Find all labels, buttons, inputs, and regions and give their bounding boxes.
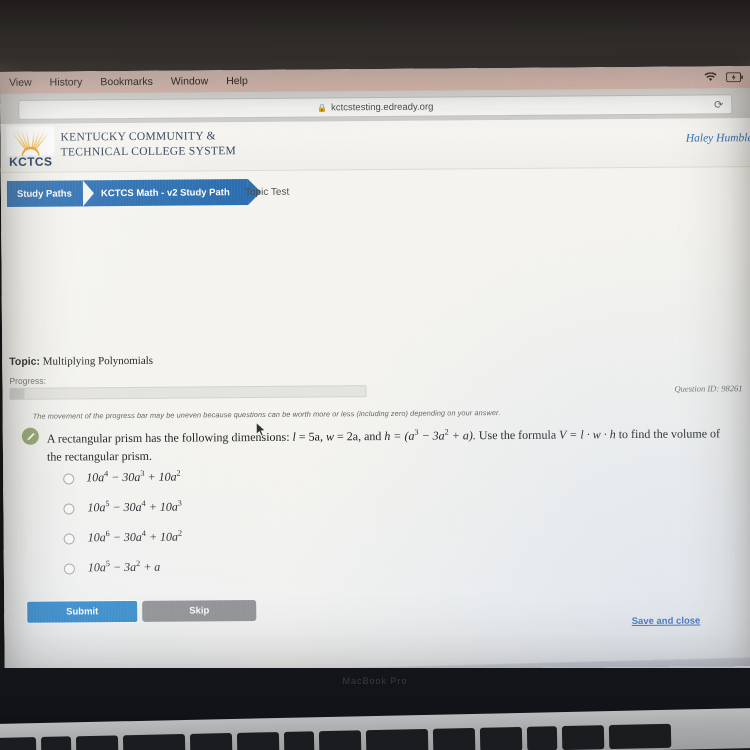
menu-item-window[interactable]: Window	[162, 75, 217, 87]
opt3-op1: − 30a	[109, 529, 142, 545]
org-line-1: KENTUCKY COMMUNITY &	[60, 130, 216, 144]
key	[0, 737, 37, 750]
progress-bar	[9, 385, 367, 400]
keyboard-keys	[0, 722, 750, 750]
answer-option-2-text: 10a5 − 30a4 + 10a3	[87, 499, 182, 516]
laptop-screen: View History Bookmarks Window Help 🔒 kct…	[0, 66, 750, 741]
key	[561, 725, 605, 750]
answer-option-2[interactable]: 10a5 − 30a4 + 10a3	[63, 496, 483, 529]
menu-item-view[interactable]: View	[0, 77, 41, 89]
breadcrumb-topic-test-label: Topic Test	[244, 186, 290, 198]
key	[189, 732, 233, 750]
key	[283, 731, 315, 750]
wifi-icon[interactable]	[704, 72, 717, 82]
radio-button-1[interactable]	[63, 473, 75, 485]
key	[479, 726, 523, 750]
key	[122, 733, 186, 750]
key	[75, 735, 119, 750]
answer-option-1-text: 10a4 − 30a3 + 10a2	[86, 469, 181, 486]
user-name[interactable]: Haley Humble	[686, 132, 750, 145]
progress-bar-fill	[10, 388, 25, 399]
breadcrumb-study-path-label: KCTCS Math - v2 Study Path	[100, 186, 230, 199]
opt1-base1: 10a	[86, 470, 105, 485]
answer-option-1[interactable]: 10a4 − 30a3 + 10a2	[63, 466, 483, 499]
battery-charging-icon[interactable]	[726, 72, 743, 83]
address-bar-url: kctcstesting.edready.org	[331, 101, 434, 113]
organization-name: KENTUCKY COMMUNITY & TECHNICAL COLLEGE S…	[60, 129, 236, 161]
answer-option-4[interactable]: 10a5 − 3a2 + a	[63, 556, 484, 589]
key	[608, 723, 672, 750]
menu-item-history[interactable]: History	[41, 76, 92, 88]
opt2-op1: − 30a	[109, 499, 142, 515]
opt1-op2: + 10a	[144, 469, 177, 484]
mouse-cursor	[256, 421, 267, 442]
progress-note: The movement of the progress bar may be …	[32, 408, 501, 421]
progress-label: Progress:	[9, 375, 46, 386]
dim-h-value: = (a	[390, 428, 415, 443]
answer-option-3[interactable]: 10a6 − 30a4 + 10a2	[63, 526, 484, 559]
menu-bar-status-area	[704, 72, 750, 83]
breadcrumb-study-paths[interactable]: Study Paths	[6, 180, 88, 207]
topic-name: Multiplying Polynomials	[42, 354, 154, 368]
radio-button-3[interactable]	[63, 533, 75, 545]
opt4-op2: + a	[140, 559, 161, 574]
menu-item-bookmarks[interactable]: Bookmarks	[91, 76, 162, 89]
kctcs-logo[interactable]: KCTCS	[4, 125, 56, 170]
key	[365, 728, 429, 750]
opt1-exp3: 2	[176, 468, 181, 478]
question-id: Question ID: 98261	[674, 383, 743, 394]
dim-w: , w	[319, 429, 335, 444]
topic-label: Topic:	[9, 355, 41, 368]
reload-icon[interactable]: ⟳	[714, 98, 723, 111]
question-text: A rectangular prism has the following di…	[47, 424, 737, 465]
kctcs-wordmark: KCTCS	[8, 154, 53, 169]
formula-body: = l · w · h	[566, 427, 616, 442]
key	[236, 732, 280, 750]
breadcrumb-study-path[interactable]: KCTCS Math - v2 Study Path	[82, 179, 248, 207]
dim-and: , and	[357, 428, 385, 444]
opt3-exp3: 2	[177, 528, 183, 538]
org-line-2: TECHNICAL COLLEGE SYSTEM	[60, 145, 237, 159]
key	[432, 727, 476, 750]
breadcrumb-study-paths-label: Study Paths	[16, 187, 72, 200]
topic-heading: Topic: Multiplying Polynomials	[9, 355, 153, 368]
key	[318, 730, 362, 750]
formula-intro: Use the formula	[478, 427, 560, 443]
key	[526, 726, 558, 750]
radio-button-2[interactable]	[63, 503, 75, 515]
dim-h-end: + a).	[448, 428, 479, 443]
opt3-base1: 10a	[87, 530, 106, 545]
opt4-op1: − 3a	[109, 559, 137, 575]
menu-item-help[interactable]: Help	[217, 75, 257, 87]
lock-icon: 🔒	[317, 102, 328, 113]
answer-options: 10a4 − 30a3 + 10a2 10a5 − 30a4 + 10a3 10…	[63, 466, 484, 589]
breadcrumb-topic-test[interactable]: Topic Test	[245, 179, 289, 205]
opt1-op1: − 30a	[108, 469, 141, 485]
submit-button[interactable]: Submit	[26, 599, 139, 624]
laptop-keyboard	[0, 707, 750, 750]
radio-button-4[interactable]	[63, 563, 75, 575]
address-bar[interactable]: 🔒 kctcstesting.edready.org ⟳	[18, 94, 733, 120]
page-content: KCTCS KENTUCKY COMMUNITY & TECHNICAL COL…	[0, 118, 750, 721]
opt3-op2: + 10a	[145, 529, 179, 544]
opt2-base1: 10a	[87, 500, 106, 515]
key	[40, 736, 72, 750]
site-header: KCTCS KENTUCKY COMMUNITY & TECHNICAL COL…	[0, 118, 750, 173]
answer-option-4-text: 10a5 − 3a2 + a	[88, 559, 160, 576]
breadcrumb: Study Paths KCTCS Math - v2 Study Path T…	[1, 175, 750, 213]
opt2-op2: + 10a	[145, 499, 178, 514]
laptop-bottom-bezel: MacBook Pro	[0, 668, 750, 750]
device-label: MacBook Pro	[342, 676, 408, 686]
answer-option-3-text: 10a6 − 30a4 + 10a2	[88, 529, 183, 546]
skip-button[interactable]: Skip	[142, 600, 257, 622]
photo-of-laptop-screen: View History Bookmarks Window Help 🔒 kct…	[0, 0, 750, 750]
dim-w-value: = 2a	[333, 429, 359, 444]
pencil-circle-icon	[21, 427, 39, 445]
dim-h-middle: − 3a	[418, 428, 445, 443]
sunburst-icon	[6, 125, 55, 156]
opt2-exp3: 3	[177, 498, 182, 508]
dim-l-value: = 5a	[295, 429, 320, 444]
opt4-base1: 10a	[87, 560, 106, 575]
save-and-close-link[interactable]: Save and close	[632, 616, 701, 628]
